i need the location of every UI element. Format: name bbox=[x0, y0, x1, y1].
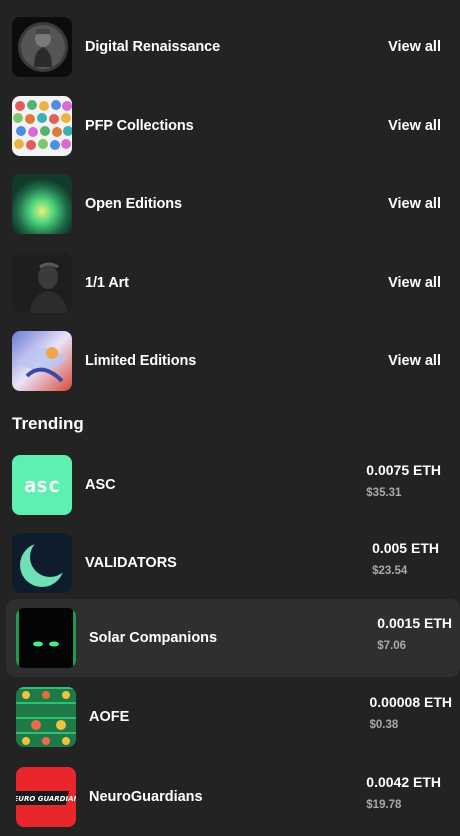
view-all-link[interactable]: View all bbox=[388, 17, 441, 77]
price-usd: $35.31 bbox=[366, 487, 402, 499]
collection-name: AOFE bbox=[89, 709, 130, 725]
price-block: 0.0042 ETH $19.78 bbox=[366, 774, 441, 811]
price-block: 0.005 ETH $23.54 bbox=[372, 540, 439, 577]
trending-item-validators[interactable]: VALIDATORS 0.005 ETH $23.54 bbox=[0, 524, 460, 602]
trending-item-neuroguardians[interactable]: NEURO GUARDIANS NeuroGuardians 0.0042 ET… bbox=[0, 758, 460, 836]
price-usd: $7.06 bbox=[377, 640, 407, 652]
category-name: PFP Collections bbox=[85, 118, 194, 134]
collection-name: VALIDATORS bbox=[85, 555, 177, 571]
collection-name: NeuroGuardians bbox=[89, 789, 203, 805]
category-name: Open Editions bbox=[85, 196, 182, 212]
one-of-one-art-thumbnail bbox=[12, 253, 72, 313]
view-all-link[interactable]: View all bbox=[388, 253, 441, 313]
price-eth: 0.005 ETH bbox=[372, 540, 439, 556]
aofe-thumbnail bbox=[16, 687, 76, 747]
price-eth: 0.00008 ETH bbox=[369, 694, 453, 710]
pfp-collections-thumbnail bbox=[12, 96, 72, 156]
view-all-link[interactable]: View all bbox=[388, 96, 441, 156]
price-usd: $0.38 bbox=[369, 719, 399, 731]
neuroguardians-thumbnail: NEURO GUARDIANS bbox=[16, 767, 76, 827]
view-all-link[interactable]: View all bbox=[388, 174, 441, 234]
digital-renaissance-thumbnail bbox=[12, 17, 72, 77]
category-name: Limited Editions bbox=[85, 353, 197, 369]
trending-heading: Trending bbox=[12, 414, 84, 433]
limited-editions-thumbnail bbox=[12, 331, 72, 391]
collection-name: ASC bbox=[85, 477, 116, 493]
price-usd: $19.78 bbox=[366, 799, 402, 811]
validators-thumbnail bbox=[12, 533, 72, 593]
price-block: 0.00008 ETH $0.38 bbox=[370, 694, 453, 731]
asc-thumbnail: asc bbox=[12, 455, 72, 515]
category-row-one-of-one-art[interactable]: 1/1 Art View all bbox=[0, 253, 460, 313]
category-row-pfp-collections[interactable]: PFP Collections View all bbox=[0, 96, 460, 156]
view-all-link[interactable]: View all bbox=[388, 331, 441, 391]
category-name: 1/1 Art bbox=[85, 275, 129, 291]
trending-item-solar-companions[interactable]: Solar Companions 0.0015 ETH $7.06 bbox=[6, 599, 460, 677]
category-row-limited-editions[interactable]: Limited Editions View all bbox=[0, 331, 460, 391]
price-block: 0.0015 ETH $7.06 bbox=[377, 615, 452, 652]
trending-item-aofe[interactable]: AOFE 0.00008 ETH $0.38 bbox=[0, 678, 460, 756]
price-block: 0.0075 ETH $35.31 bbox=[366, 462, 441, 499]
open-editions-thumbnail bbox=[12, 174, 72, 234]
svg-text:asc: asc bbox=[24, 473, 60, 497]
svg-text:NEURO GUARDIANS: NEURO GUARDIANS bbox=[16, 795, 76, 803]
price-eth: 0.0015 ETH bbox=[377, 615, 452, 631]
category-name: Digital Renaissance bbox=[85, 39, 221, 55]
price-eth: 0.0075 ETH bbox=[366, 462, 441, 478]
category-row-digital-renaissance[interactable]: Digital Renaissance View all bbox=[0, 17, 460, 77]
price-usd: $23.54 bbox=[372, 565, 408, 577]
price-eth: 0.0042 ETH bbox=[366, 774, 441, 790]
solar-companions-thumbnail bbox=[16, 608, 76, 668]
collection-name: Solar Companions bbox=[89, 630, 218, 646]
category-row-open-editions[interactable]: Open Editions View all bbox=[0, 174, 460, 234]
trending-item-asc[interactable]: asc ASC 0.0075 ETH $35.31 bbox=[0, 446, 460, 524]
